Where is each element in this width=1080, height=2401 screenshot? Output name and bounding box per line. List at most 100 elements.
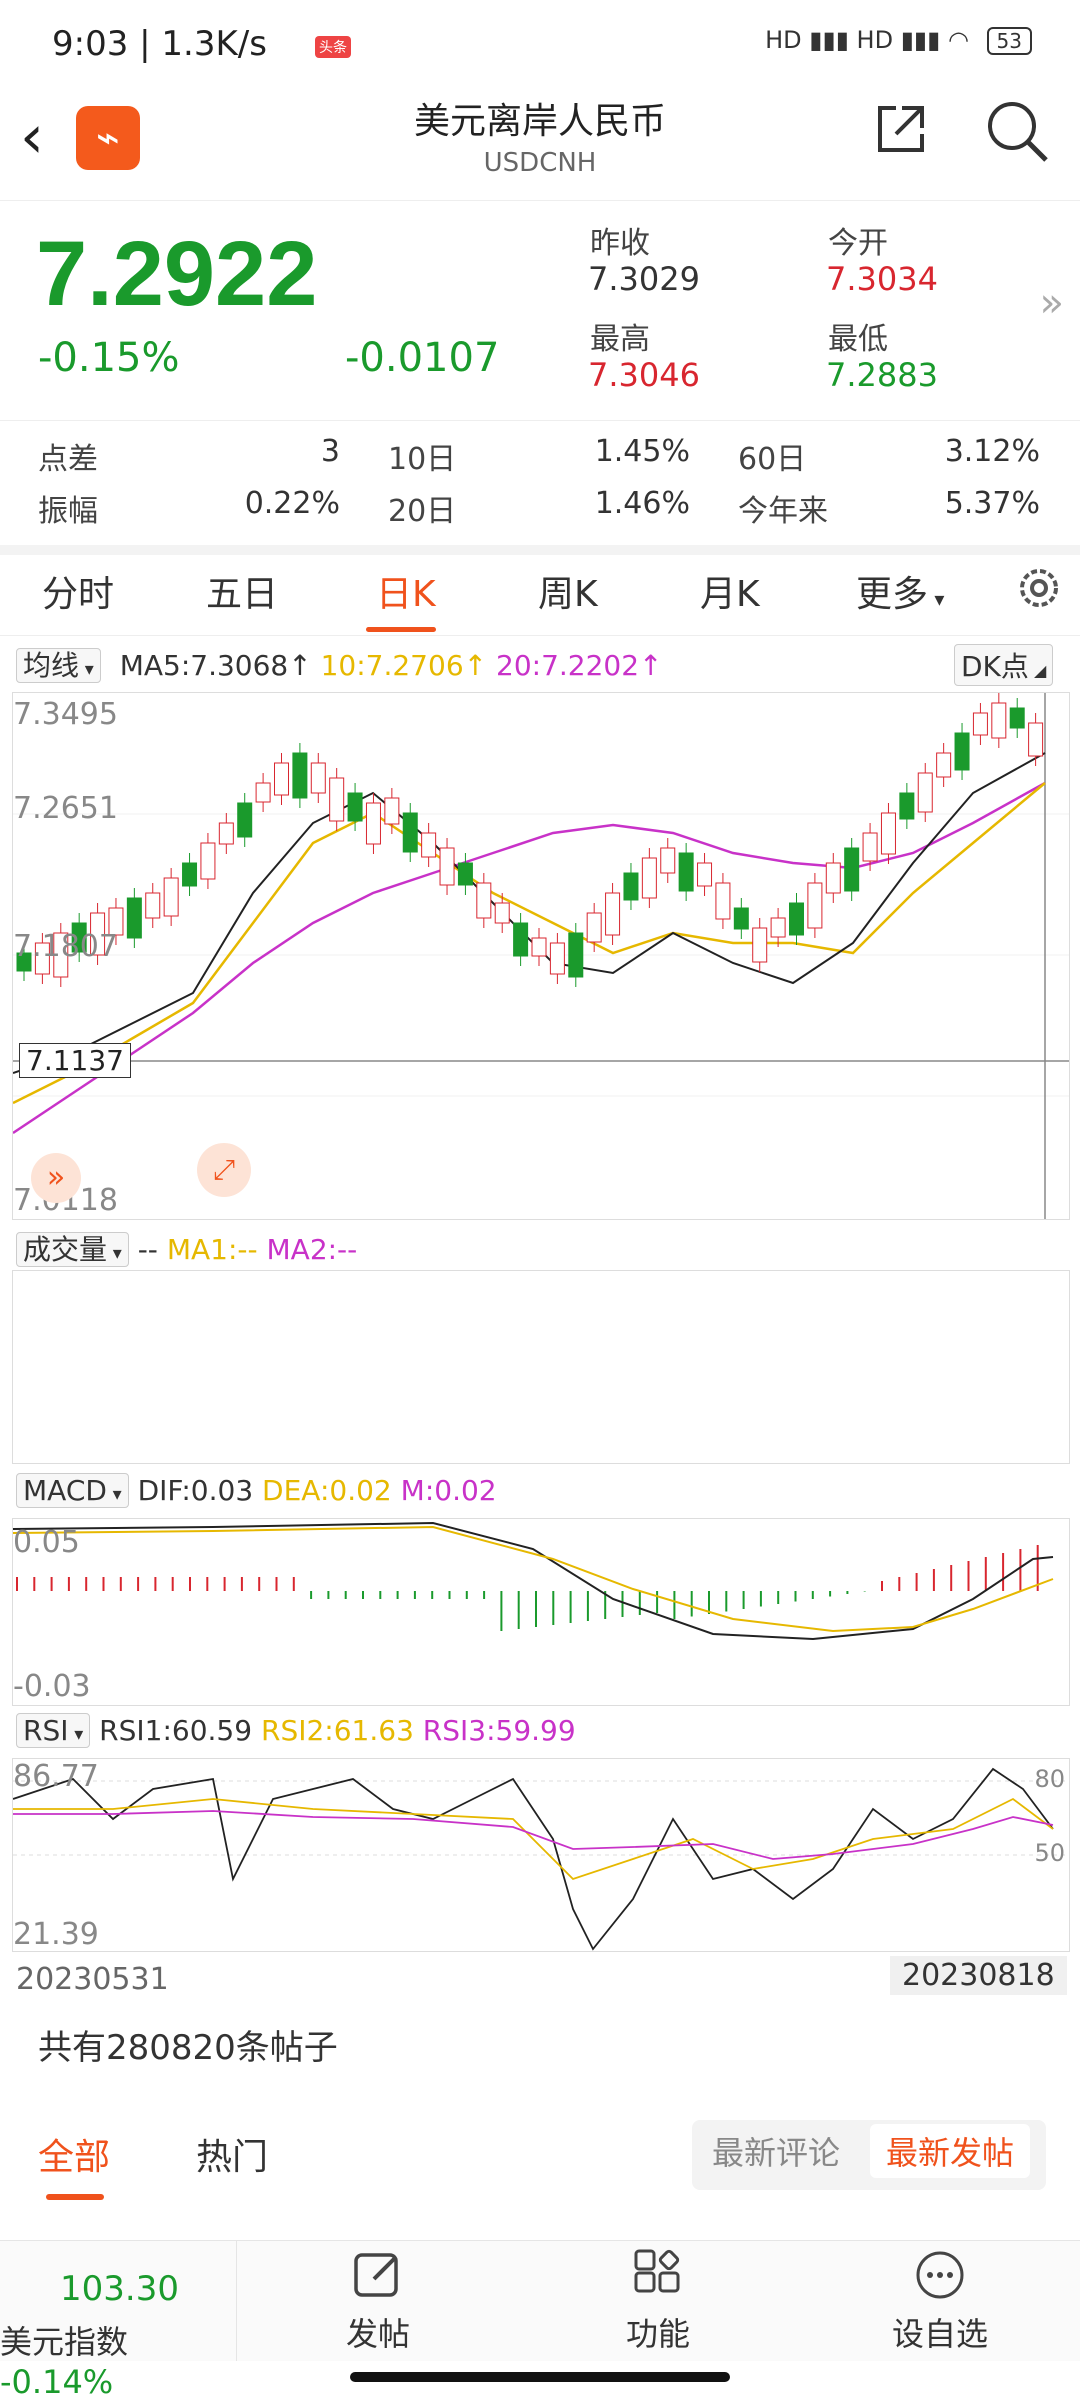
last-price: 7.2922	[36, 223, 318, 325]
post-label: 发帖	[345, 2315, 410, 2353]
sort-latest-post[interactable]: 最新发帖	[870, 2124, 1031, 2178]
dk-point-button[interactable]: DK点 ◢	[954, 644, 1054, 686]
index-value: 103.30	[60, 2269, 179, 2309]
macd-histogram	[16, 1545, 1039, 1631]
candle	[476, 882, 492, 919]
prev-close-value: 7.3029	[588, 260, 700, 298]
stat-value: 3	[320, 434, 340, 469]
candle	[623, 872, 639, 901]
candle	[421, 832, 437, 858]
ma-select-label: 均线	[23, 649, 80, 682]
open-label: 今开	[828, 226, 888, 261]
fullscreen-icon[interactable]: ⤢	[197, 1143, 251, 1197]
rsi3-line	[13, 1810, 1054, 1860]
index-label: 美元指数 -0.14%	[0, 2317, 236, 2401]
kline-chart-area[interactable]: 7.3495 7.2651 7.1807 7.0118 7.1137 » ⤢	[12, 692, 1070, 1220]
home-indicator[interactable]	[350, 2372, 730, 2382]
candle	[678, 852, 694, 892]
open-value: 7.3034	[826, 260, 938, 298]
tab-five-day[interactable]: 五日	[206, 565, 278, 617]
tab-all-posts[interactable]: 全部	[38, 2128, 110, 2180]
dif-line	[12, 1521, 1054, 1641]
ma20-value: 20:7.2202↑	[496, 649, 663, 682]
rsi-select-label: RSI	[23, 1714, 69, 1747]
rsi-top-label: 86.77	[13, 1759, 99, 1794]
candle	[660, 847, 676, 874]
candle	[880, 812, 896, 855]
candle	[605, 892, 621, 936]
expand-chevron-icon[interactable]: »	[1040, 280, 1064, 326]
share-icon[interactable]	[872, 100, 930, 158]
bottom-bar: 103.30 美元指数 -0.14% 发帖 功能 设自选	[0, 2240, 1080, 2401]
status-icons: HD ▮▮▮ HD ▮▮▮ ◠ 53	[765, 26, 1032, 55]
start-date: 20230531	[16, 1962, 169, 1997]
ma5-value: MA5:7.3068↑	[119, 649, 312, 682]
candle	[972, 712, 988, 736]
stat-label: 20日	[388, 494, 457, 529]
function-label: 功能	[625, 2315, 690, 2353]
candle	[384, 797, 400, 825]
rsi-chart-area[interactable]: 86.77 21.39 80 50	[12, 1758, 1070, 1952]
rsi-indicator-bar: RSI ▾ RSI1:60.59 RSI2:61.63 RSI3:59.99	[16, 1713, 576, 1748]
candle	[494, 902, 510, 924]
candle	[126, 897, 142, 939]
expand-left-icon[interactable]: »	[31, 1153, 81, 1203]
macd-select-label: MACD	[23, 1474, 107, 1507]
candle	[145, 892, 161, 919]
candle	[402, 812, 418, 853]
stats-panel: 点差 3 10日 1.45% 60日 3.12% 振幅 0.22% 20日 1.…	[0, 420, 1080, 555]
rsi1-value: RSI1:60.59	[99, 1714, 253, 1747]
status-bar: 9:03 | 1.3K/s 头条 HD ▮▮▮ HD ▮▮▮ ◠ 53	[0, 0, 1080, 90]
crosshair-value: 7.1137	[19, 1043, 131, 1078]
candle	[310, 762, 326, 794]
index-ticker[interactable]: 103.30 美元指数 -0.14%	[0, 2241, 237, 2401]
y-label: 7.1807	[13, 929, 118, 964]
candle	[917, 772, 933, 813]
sort-segmented-control: 最新评论 最新发帖	[692, 2120, 1046, 2190]
kline-indicator-bar: 均线 ▾ MA5:7.3068↑ 10:7.2706↑ 20:7.2202↑	[16, 644, 663, 684]
candle	[531, 937, 547, 957]
rsi-50-label: 50	[1034, 1839, 1065, 1867]
header: ‹ ⌁ 美元离岸人民币 USDCNH	[0, 90, 1080, 201]
index-name: 美元指数	[0, 2323, 129, 2361]
tab-intraday[interactable]: 分时	[42, 565, 114, 617]
post-button[interactable]: 发帖	[308, 2249, 448, 2355]
wifi-icon: ◠	[947, 26, 969, 54]
tab-more[interactable]: 更多 ▾	[856, 565, 944, 617]
apps-icon	[634, 2249, 680, 2293]
candle	[200, 842, 216, 880]
signal-icon: HD ▮▮▮ HD ▮▮▮	[765, 26, 941, 54]
candle	[715, 882, 731, 920]
candle	[936, 752, 952, 778]
function-button[interactable]: 功能	[588, 2249, 728, 2355]
macd-m: M:0.02	[400, 1474, 497, 1507]
y-label: 7.2651	[13, 791, 118, 826]
add-watchlist-button[interactable]: 设自选	[870, 2249, 1010, 2355]
volume-value: --	[137, 1233, 158, 1266]
macd-top-label: 0.05	[13, 1525, 80, 1560]
end-date: 20230818	[890, 1956, 1067, 1995]
gear-icon[interactable]	[1014, 563, 1064, 613]
rsi-chart	[12, 1767, 1069, 1951]
quote-panel: 7.2922 -0.15% -0.0107 昨收 7.3029 今开 7.303…	[0, 200, 1080, 421]
tab-daily-k[interactable]: 日K	[376, 565, 436, 617]
sort-latest-comment[interactable]: 最新评论	[712, 2128, 840, 2174]
dk-point-label: DK点	[961, 650, 1029, 683]
tab-monthly-k[interactable]: 月K	[700, 565, 760, 617]
candle	[789, 902, 804, 936]
search-icon[interactable]	[984, 98, 1050, 164]
stat-label: 今年来	[738, 494, 828, 529]
rsi3-value: RSI3:59.99	[422, 1714, 576, 1747]
macd-chart-area[interactable]: 0.05 -0.03	[12, 1518, 1070, 1706]
tab-weekly-k[interactable]: 周K	[538, 565, 598, 617]
tab-hot-posts[interactable]: 热门	[196, 2128, 268, 2180]
stat-value: 5.37%	[944, 486, 1040, 521]
ma-select[interactable]: 均线 ▾	[16, 648, 101, 683]
volume-select[interactable]: 成交量 ▾	[16, 1232, 129, 1267]
candle	[274, 762, 289, 796]
candle	[365, 802, 381, 845]
rsi1-line	[12, 1767, 1054, 1951]
macd-indicator-bar: MACD ▾ DIF:0.03 DEA:0.02 M:0.02	[16, 1473, 497, 1508]
macd-select[interactable]: MACD ▾	[16, 1473, 129, 1508]
rsi-select[interactable]: RSI ▾	[16, 1713, 91, 1748]
